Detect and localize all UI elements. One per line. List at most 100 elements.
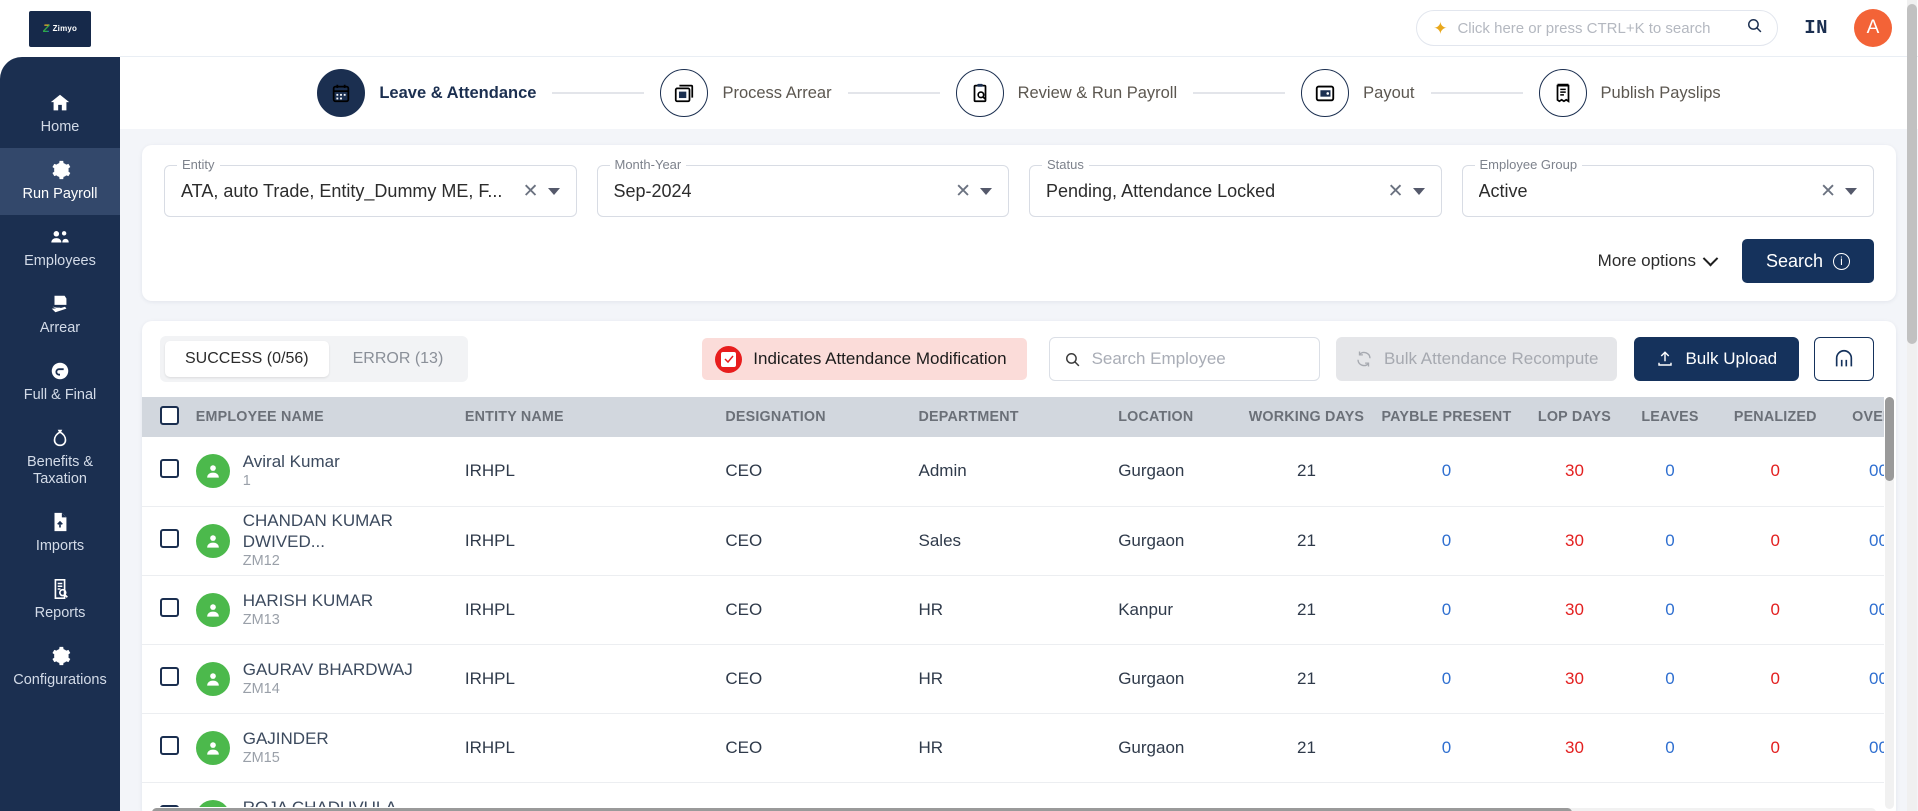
column-header-payble-present[interactable]: PAYBLE PRESENT	[1370, 397, 1523, 437]
stepper-step-publish-payslips[interactable]: Publish Payslips	[1538, 69, 1721, 117]
sidebar-item-reports[interactable]: Reports	[0, 567, 120, 634]
cell-overtime[interactable]: 00:00	[1837, 713, 1884, 783]
table-row[interactable]: CHANDAN KUMAR DWIVED... ZM12 IRHPL CEO Sales…	[142, 506, 1884, 576]
row-checkbox[interactable]	[160, 666, 179, 686]
filter-status[interactable]: Status Pending, Attendance Locked ✕	[1029, 157, 1442, 217]
clear-icon[interactable]: ✕	[946, 182, 980, 201]
cell-lop-days[interactable]: 30	[1522, 506, 1627, 576]
sidebar-item-imports[interactable]: Imports	[0, 500, 120, 567]
bulk-upload-button[interactable]: Bulk Upload	[1634, 337, 1800, 381]
app-logo[interactable]: Z Zimyo	[0, 0, 120, 79]
cell-payble-present[interactable]: 0	[1370, 506, 1523, 576]
clear-icon[interactable]: ✕	[514, 182, 548, 201]
employee-search-input[interactable]: Search Employee	[1048, 337, 1320, 381]
cell-overtime[interactable]: 00:00	[1837, 437, 1884, 507]
row-checkbox[interactable]	[160, 804, 179, 807]
column-settings-button[interactable]	[1814, 337, 1874, 381]
cell-lop-days[interactable]: 30	[1522, 644, 1627, 714]
cell-overtime[interactable]: 00:00	[1837, 506, 1884, 576]
column-header-overtime[interactable]: OVERTIME	[1837, 397, 1884, 437]
cell-leaves[interactable]: 0	[1626, 713, 1714, 783]
sidebar-item-configurations[interactable]: Configurations	[0, 634, 120, 701]
more-options-toggle[interactable]: More options	[1598, 250, 1719, 271]
bulk-attendance-recompute-button[interactable]: Bulk Attendance Recompute	[1335, 337, 1618, 381]
cell-penalized[interactable]: 0	[1713, 437, 1838, 507]
column-header-employee-name[interactable]: EMPLOYEE NAME	[189, 397, 459, 437]
column-header-designation[interactable]: DESIGNATION	[719, 397, 913, 437]
sidebar-item-full-final[interactable]: Full & Final	[0, 349, 120, 416]
country-selector[interactable]: IN	[1804, 17, 1828, 39]
global-search-input[interactable]: ✦ Click here or press CTRL+K to search	[1416, 10, 1779, 46]
stepper-step-leave-attendance[interactable]: Leave & Attendance	[317, 69, 536, 117]
column-header-department[interactable]: DEPARTMENT	[912, 397, 1113, 437]
cell-payble-present[interactable]: 0	[1370, 437, 1523, 507]
scrollbar-thumb[interactable]	[1907, 4, 1917, 344]
column-header-location[interactable]: LOCATION	[1112, 397, 1243, 437]
table-row[interactable]: GAURAV BHARDWAJ ZM14 IRHPL CEO HR Gurgaon 21 0 3…	[142, 644, 1884, 714]
table-row[interactable]: HARISH KUMAR ZM13 IRHPL CEO HR Kanpur 21 0 30 0 0 0…	[142, 575, 1884, 645]
filter-employee-group[interactable]: Employee Group Active ✕	[1461, 157, 1874, 217]
clear-icon[interactable]: ✕	[1379, 182, 1413, 201]
column-header-leaves[interactable]: LEAVES	[1626, 397, 1714, 437]
cell-leaves[interactable]: 0	[1626, 644, 1714, 714]
row-checkbox[interactable]	[160, 735, 179, 755]
cell-penalized[interactable]: 0	[1713, 713, 1838, 783]
table-row[interactable]: ROJA CHADUVULAZM16IRHPLCEOHRGurgaon21030…	[142, 782, 1884, 807]
cell-location: Gurgaon	[1112, 437, 1243, 507]
table-header-row: EMPLOYEE NAME ENTITY NAME DESIGNATION DEPAR…	[142, 397, 1884, 437]
chevron-down-icon[interactable]	[980, 187, 992, 195]
clear-icon[interactable]: ✕	[1811, 182, 1845, 201]
filter-legend: Month-Year	[609, 157, 687, 172]
cell-lop-days[interactable]: 30	[1522, 437, 1627, 507]
stepper-step-process-arrear[interactable]: Process Arrear	[660, 69, 832, 117]
cell-penalized[interactable]: 0	[1713, 575, 1838, 645]
cell-lop-days[interactable]: 30	[1522, 575, 1627, 645]
cell-overtime[interactable]: 00:00	[1837, 575, 1884, 645]
sidebar-item-arrear[interactable]: Arrear	[0, 282, 120, 349]
stepper-step-review-run-payroll[interactable]: Review & Run Payroll	[955, 69, 1177, 117]
row-checkbox[interactable]	[160, 459, 179, 479]
page-vertical-scrollbar[interactable]	[1907, 0, 1917, 811]
table-vertical-scrollbar[interactable]	[1885, 397, 1894, 809]
search-button[interactable]: Search i	[1741, 239, 1874, 283]
stepper-step-payout[interactable]: Payout	[1301, 69, 1415, 117]
chevron-down-icon[interactable]	[1845, 187, 1857, 195]
cell-payble-present[interactable]: 0	[1370, 644, 1523, 714]
filter-month-year[interactable]: Month-Year Sep-2024 ✕	[596, 157, 1009, 217]
scrollbar-thumb[interactable]	[1885, 397, 1894, 481]
column-header-entity-name[interactable]: ENTITY NAME	[458, 397, 720, 437]
sidebar-item-run-payroll[interactable]: Run Payroll	[0, 148, 120, 215]
column-header-lop-days[interactable]: LOP DAYS	[1522, 397, 1627, 437]
avatar[interactable]: A	[1854, 9, 1892, 47]
cell-leaves[interactable]: 0	[1626, 782, 1714, 807]
cell-payble-present[interactable]: 0	[1370, 713, 1523, 783]
sidebar-item-home[interactable]: Home	[0, 81, 120, 148]
tab-success[interactable]: SUCCESS (0/56)	[165, 341, 329, 377]
table-row[interactable]: Aviral Kumar 1 IRHPL CEO Admin Gurgaon 21 0 30 0 0…	[142, 437, 1884, 507]
tab-error[interactable]: ERROR (13)	[333, 341, 464, 377]
sidebar-item-employees[interactable]: Employees	[0, 215, 120, 282]
column-header-penalized[interactable]: PENALIZED	[1713, 397, 1838, 437]
cell-lop-days[interactable]: 30	[1522, 713, 1627, 783]
select-all-checkbox[interactable]	[160, 405, 179, 425]
table-row[interactable]: GAJINDERZM15IRHPLCEOHRGurgaon210300000:0…	[142, 713, 1884, 783]
cell-penalized[interactable]: 0	[1713, 644, 1838, 714]
person-icon	[206, 741, 219, 755]
chevron-down-icon[interactable]	[1412, 187, 1425, 195]
chevron-down-icon[interactable]	[547, 187, 560, 195]
cell-penalized[interactable]: 0	[1713, 506, 1838, 576]
filter-entity[interactable]: Entity ATA, auto Trade, Entity_Dummy ME, …	[164, 157, 577, 217]
cell-overtime[interactable]: 00:00	[1837, 644, 1884, 714]
row-checkbox[interactable]	[160, 597, 179, 617]
sidebar-item-benefits-taxation[interactable]: Benefits & Taxation	[0, 416, 120, 500]
cell-penalized[interactable]: 0	[1713, 782, 1838, 807]
cell-lop-days[interactable]: 30	[1522, 782, 1627, 807]
cell-payble-present[interactable]: 0	[1370, 575, 1523, 645]
cell-leaves[interactable]: 0	[1626, 575, 1714, 645]
row-checkbox[interactable]	[160, 528, 179, 548]
cell-overtime[interactable]: 00:00	[1837, 782, 1884, 807]
cell-leaves[interactable]: 0	[1626, 437, 1714, 507]
column-header-working-days[interactable]: WORKING DAYS	[1242, 397, 1371, 437]
cell-leaves[interactable]: 0	[1626, 506, 1714, 576]
cell-payble-present[interactable]: 0	[1370, 782, 1523, 807]
